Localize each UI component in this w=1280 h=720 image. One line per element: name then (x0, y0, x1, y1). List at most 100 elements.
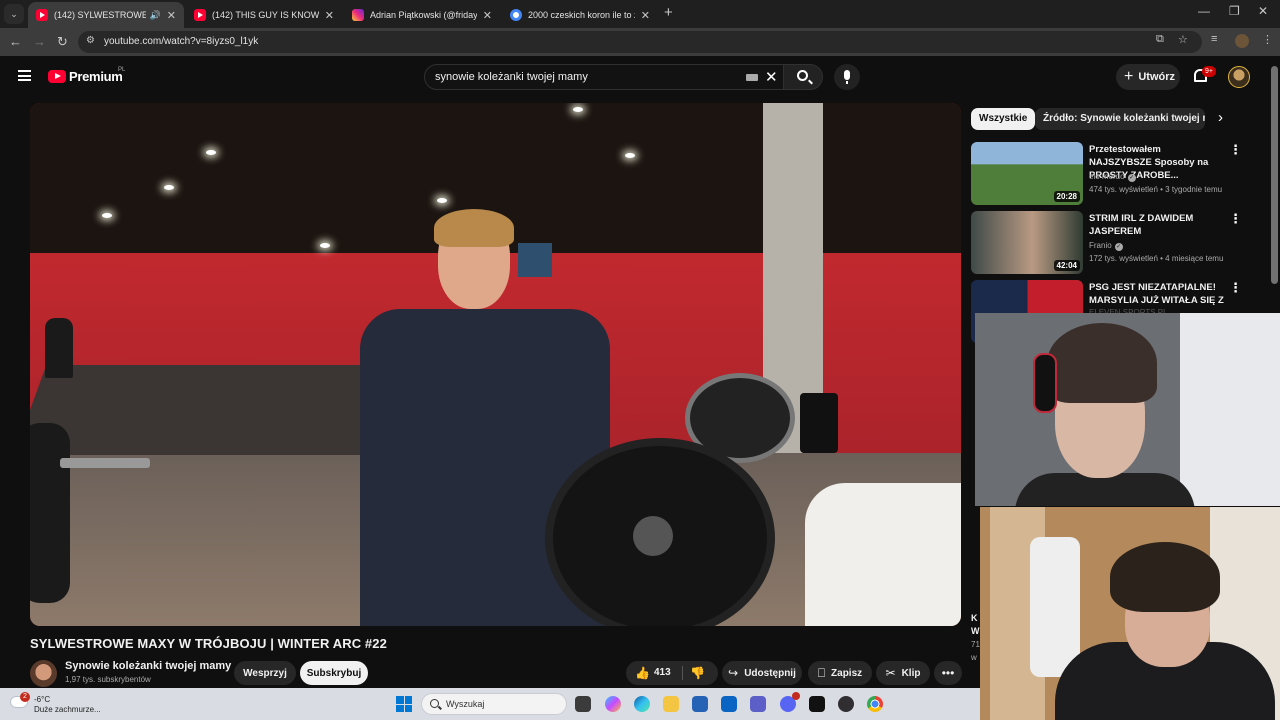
copilot-icon[interactable] (605, 696, 621, 712)
more-options-icon[interactable]: ⋮ (1229, 142, 1242, 158)
obs-icon[interactable] (838, 696, 854, 712)
like-icon[interactable]: 👍 (635, 666, 650, 680)
file-explorer-icon[interactable] (663, 696, 679, 712)
video-title: SYLWESTROWE MAXY W TRÓJBOJU | WINTER ARC… (30, 636, 387, 651)
tab-youtube-sylwestrowe[interactable]: (142) SYLWESTROWE MAXY 🔊 ✕ (28, 2, 184, 28)
webcam-hair (1047, 323, 1157, 403)
recommendation-item[interactable]: 20:28 Przetestowałem NAJSZYBSZE Sposoby … (971, 142, 1271, 206)
minimize-icon[interactable]: — (1198, 4, 1210, 18)
keyboard-icon[interactable] (746, 74, 758, 81)
like-dislike-group: 👍 413 👎 (626, 661, 718, 685)
restore-icon[interactable]: ❐ (1229, 4, 1240, 18)
tab-instagram[interactable]: Adrian Piątkowski (@fridaymm ✕ (344, 2, 500, 28)
tab-search-chevron-icon[interactable]: ⌄ (4, 4, 24, 24)
video-frame-bin (800, 393, 838, 453)
site-info-icon[interactable]: ⚙ (86, 35, 95, 46)
sidebar-peek-text: K W 71 w (971, 612, 980, 664)
recommendation-meta: 474 tys. wyświetleń • 3 tygodnie temu (1089, 185, 1223, 194)
windows-start-icon[interactable] (396, 696, 412, 712)
speaker-icon[interactable]: 🔊 (150, 10, 161, 21)
chip-all[interactable]: Wszystkie (971, 108, 1036, 130)
tab-google-search[interactable]: 2000 czeskich koron ile to złoty ✕ (502, 2, 658, 28)
video-frame-hair (434, 209, 514, 247)
bookmark-star-icon[interactable]: ☆ (1178, 33, 1188, 46)
channel-avatar[interactable] (30, 660, 57, 687)
reading-list-icon[interactable]: ≡ (1211, 33, 1217, 45)
capcut-icon[interactable] (809, 696, 825, 712)
brand-label[interactable]: Premium (69, 69, 123, 84)
back-icon[interactable]: ← (9, 34, 22, 49)
close-tab-icon[interactable]: ✕ (167, 9, 176, 22)
clear-search-icon[interactable]: ✕ (765, 68, 778, 86)
close-tab-icon[interactable]: ✕ (483, 9, 492, 22)
video-frame-light (437, 198, 447, 203)
task-view-icon[interactable] (575, 696, 591, 712)
share-icon: ↪ (728, 666, 739, 680)
share-button[interactable]: ↪ Udostępnij (722, 661, 802, 685)
filter-chips: Wszystkie Źródło: Synowie koleżanki twoj… (971, 108, 1211, 132)
video-player[interactable] (30, 103, 961, 626)
video-frame-plate (545, 438, 775, 626)
video-thumbnail[interactable]: 20:28 (971, 142, 1083, 205)
recommendation-channel: elo mordo ✓ (1089, 172, 1136, 182)
duration-badge: 20:28 (1053, 191, 1080, 202)
search-button[interactable] (783, 64, 823, 90)
close-window-icon[interactable]: ✕ (1258, 4, 1268, 18)
temperature[interactable]: -6°C (34, 695, 50, 704)
verified-icon: ✓ (1127, 174, 1136, 182)
save-button[interactable]: ⎕ Zapisz (808, 661, 872, 685)
video-frame-light (206, 150, 216, 155)
reload-icon[interactable]: ↻ (57, 34, 68, 50)
video-frame-background-person (45, 318, 73, 378)
forward-icon[interactable]: → (33, 34, 46, 49)
page-scrollbar[interactable] (1271, 66, 1278, 284)
clip-label: Klip (901, 667, 921, 679)
subscribe-button[interactable]: Subskrybuj (300, 661, 368, 685)
outlook-icon[interactable] (721, 696, 737, 712)
chip-source[interactable]: Źródło: Synowie koleżanki twojej mamy (1035, 108, 1205, 130)
subscriber-count: 1,97 tys. subskrybentów (65, 675, 151, 684)
share-label: Udostępnij (744, 667, 796, 679)
hamburger-menu-icon[interactable] (18, 70, 31, 81)
profile-avatar-icon[interactable] (1235, 34, 1249, 48)
chevron-right-icon[interactable]: › (1218, 109, 1223, 126)
close-tab-icon[interactable]: ✕ (325, 9, 334, 22)
more-actions-button[interactable]: ••• (934, 661, 962, 685)
create-button[interactable]: + Utwórz (1116, 64, 1180, 90)
chrome-icon[interactable] (867, 696, 883, 712)
notifications-badge: 9+ (1202, 66, 1216, 77)
new-tab-icon[interactable]: + (664, 4, 673, 21)
support-button[interactable]: Wesprzyj (234, 661, 296, 685)
browser-toolbar: ← → ↻ ⚙ youtube.com/watch?v=8iyzs0_l1yk … (0, 28, 1280, 56)
clip-button[interactable]: ✂ Klip (876, 661, 930, 685)
store-icon[interactable] (692, 696, 708, 712)
dislike-icon[interactable]: 👎 (690, 666, 705, 680)
browser-menu-icon[interactable]: ⋮ (1262, 33, 1273, 46)
recommendation-item[interactable]: 42:04 STRIM IRL Z DAWIDEM JASPEREM Frani… (971, 211, 1271, 275)
teams-icon[interactable] (750, 696, 766, 712)
youtube-logo-icon[interactable] (48, 70, 66, 83)
tab-youtube-this-guy[interactable]: (142) THIS GUY IS KNOWN AS ✕ (186, 2, 342, 28)
peek-line: W (971, 626, 980, 636)
webcam-hair (1110, 542, 1220, 612)
close-tab-icon[interactable]: ✕ (641, 9, 650, 22)
taskbar-search-input[interactable]: Wyszukaj (421, 693, 567, 715)
cast-icon[interactable]: ⧉ (1156, 33, 1164, 46)
country-code: PL (118, 67, 126, 73)
address-bar[interactable]: ⚙ youtube.com/watch?v=8iyzs0_l1yk (78, 31, 1202, 53)
like-divider (682, 666, 683, 680)
headset-icon (1033, 353, 1057, 413)
recommendation-title[interactable]: STRIM IRL Z DAWIDEM JASPEREM (1089, 212, 1224, 238)
search-input[interactable]: synowie koleżanki twojej mamy ✕ (424, 64, 784, 90)
channel-name[interactable]: Synowie koleżanki twojej mamy (65, 660, 231, 672)
video-thumbnail[interactable]: 42:04 (971, 211, 1083, 274)
account-avatar[interactable] (1228, 66, 1250, 88)
video-frame-light (164, 185, 174, 190)
url-text: youtube.com/watch?v=8iyzs0_l1yk (104, 36, 259, 47)
edge-icon[interactable] (634, 696, 650, 712)
voice-search-button[interactable] (834, 64, 860, 90)
more-options-icon[interactable]: ⋮ (1229, 211, 1242, 227)
search-query: synowie koleżanki twojej mamy (435, 71, 588, 83)
more-options-icon[interactable]: ⋮ (1229, 280, 1242, 296)
save-label: Zapisz (831, 667, 863, 679)
